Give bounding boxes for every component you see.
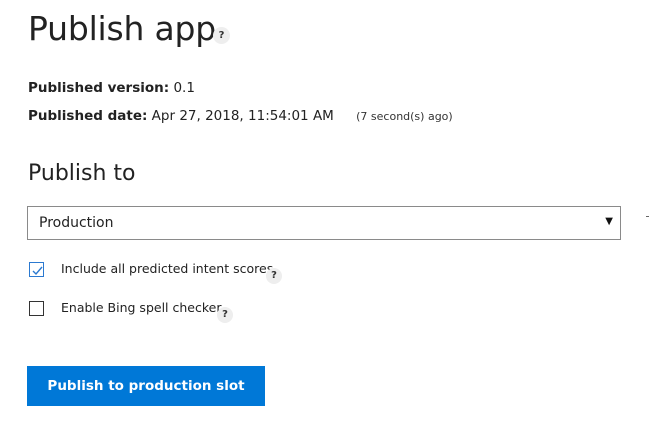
- bing-spell-checker-checkbox[interactable]: [29, 301, 44, 316]
- published-date-label: Published date:: [28, 108, 148, 124]
- checkmark-icon: [32, 266, 43, 276]
- publish-to-title: Publish to: [28, 161, 136, 186]
- help-icon[interactable]: ?: [213, 27, 230, 44]
- published-version-label: Published version:: [28, 80, 170, 96]
- publish-slot-selected-value: Production: [39, 215, 114, 231]
- publish-slot-dropdown[interactable]: Production ▼: [27, 206, 621, 240]
- include-intent-scores-checkbox[interactable]: [29, 262, 44, 277]
- bing-spell-checker-label: Enable Bing spell checker: [61, 300, 222, 315]
- published-version-value: 0.1: [173, 80, 195, 96]
- published-date-ago: (7 second(s) ago): [356, 110, 453, 123]
- published-date-value: Apr 27, 2018, 11:54:01 AM: [151, 108, 334, 124]
- page-title: Publish app: [28, 9, 217, 48]
- published-date-line: Published date: Apr 27, 2018, 11:54:01 A…: [28, 108, 453, 124]
- help-icon[interactable]: ?: [217, 307, 233, 323]
- published-version-line: Published version: 0.1: [28, 80, 195, 96]
- help-icon[interactable]: ?: [266, 268, 282, 284]
- include-intent-scores-label: Include all predicted intent scores: [61, 261, 274, 276]
- publish-button[interactable]: Publish to production slot: [27, 366, 265, 406]
- chevron-down-icon: ▼: [605, 216, 613, 227]
